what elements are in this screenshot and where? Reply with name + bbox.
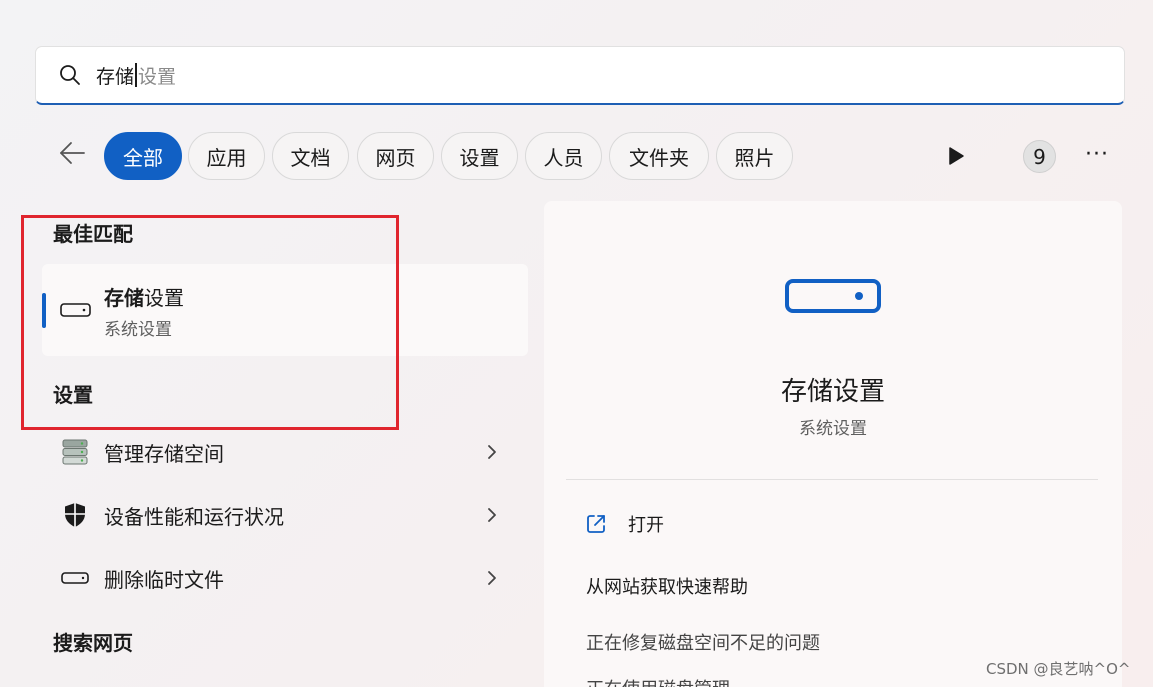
settings-item-label: 删除临时文件 <box>104 567 224 592</box>
watermark: CSDN @良艺呐^O^ <box>986 660 1131 678</box>
best-match-subtitle: 系统设置 <box>104 320 172 340</box>
chevron-right-icon <box>488 445 496 459</box>
play-icon[interactable] <box>947 146 965 166</box>
divider <box>566 479 1098 480</box>
help-link[interactable]: 正在修复磁盘空间不足的问题 <box>586 629 820 655</box>
filter-photos[interactable]: 照片 <box>716 132 793 180</box>
best-match-result[interactable]: 存储设置 系统设置 <box>42 264 528 356</box>
detail-title: 存储设置 <box>780 377 885 407</box>
chevron-right-icon <box>488 508 496 522</box>
shield-icon <box>59 499 91 531</box>
filter-settings[interactable]: 设置 <box>441 132 518 180</box>
search-icon <box>60 65 80 85</box>
drive-icon <box>59 562 91 594</box>
selection-indicator <box>42 293 46 328</box>
open-label: 打开 <box>628 515 664 536</box>
filter-apps[interactable]: 应用 <box>188 132 265 180</box>
section-settings: 设置 <box>53 383 93 407</box>
settings-item-device-health[interactable]: 设备性能和运行状况 <box>42 487 528 543</box>
help-heading: 从网站获取快速帮助 <box>586 577 748 598</box>
search-autocomplete: 设置 <box>138 65 177 88</box>
settings-item-label: 设备性能和运行状况 <box>104 504 284 529</box>
section-search-web: 搜索网页 <box>53 631 133 655</box>
detail-subtitle: 系统设置 <box>799 419 867 439</box>
help-link[interactable]: 正在使用磁盘管理 <box>586 675 730 687</box>
filter-people[interactable]: 人员 <box>525 132 602 180</box>
more-options-icon[interactable]: ··· <box>1085 144 1109 166</box>
storage-spaces-icon <box>59 436 91 468</box>
search-input[interactable]: 存储 设置 <box>96 62 176 89</box>
settings-item-label: 管理存储空间 <box>104 441 224 466</box>
text-cursor <box>135 63 138 87</box>
open-external-icon <box>587 515 605 533</box>
search-box[interactable]: 存储 设置 <box>35 46 1125 105</box>
filter-folders[interactable]: 文件夹 <box>609 132 709 180</box>
settings-item-delete-temp-files[interactable]: 删除临时文件 <box>42 550 528 606</box>
settings-item-manage-storage[interactable]: 管理存储空间 <box>42 424 528 480</box>
rewards-badge[interactable]: 9 <box>1023 140 1056 173</box>
filter-all[interactable]: 全部 <box>104 132 182 180</box>
back-arrow-icon[interactable] <box>58 139 86 167</box>
filter-documents[interactable]: 文档 <box>272 132 349 180</box>
drive-icon <box>60 303 91 317</box>
detail-panel: 存储设置 系统设置 打开 从网站获取快速帮助 正在修复磁盘空间不足的问题 正在使… <box>544 201 1122 687</box>
search-typed-text: 存储 <box>96 65 135 88</box>
drive-icon <box>785 279 881 313</box>
chevron-right-icon <box>488 571 496 585</box>
best-match-title: 存储设置 <box>104 286 184 310</box>
filter-web[interactable]: 网页 <box>357 132 434 180</box>
section-best-match: 最佳匹配 <box>53 222 133 246</box>
open-action[interactable]: 打开 <box>584 511 664 537</box>
